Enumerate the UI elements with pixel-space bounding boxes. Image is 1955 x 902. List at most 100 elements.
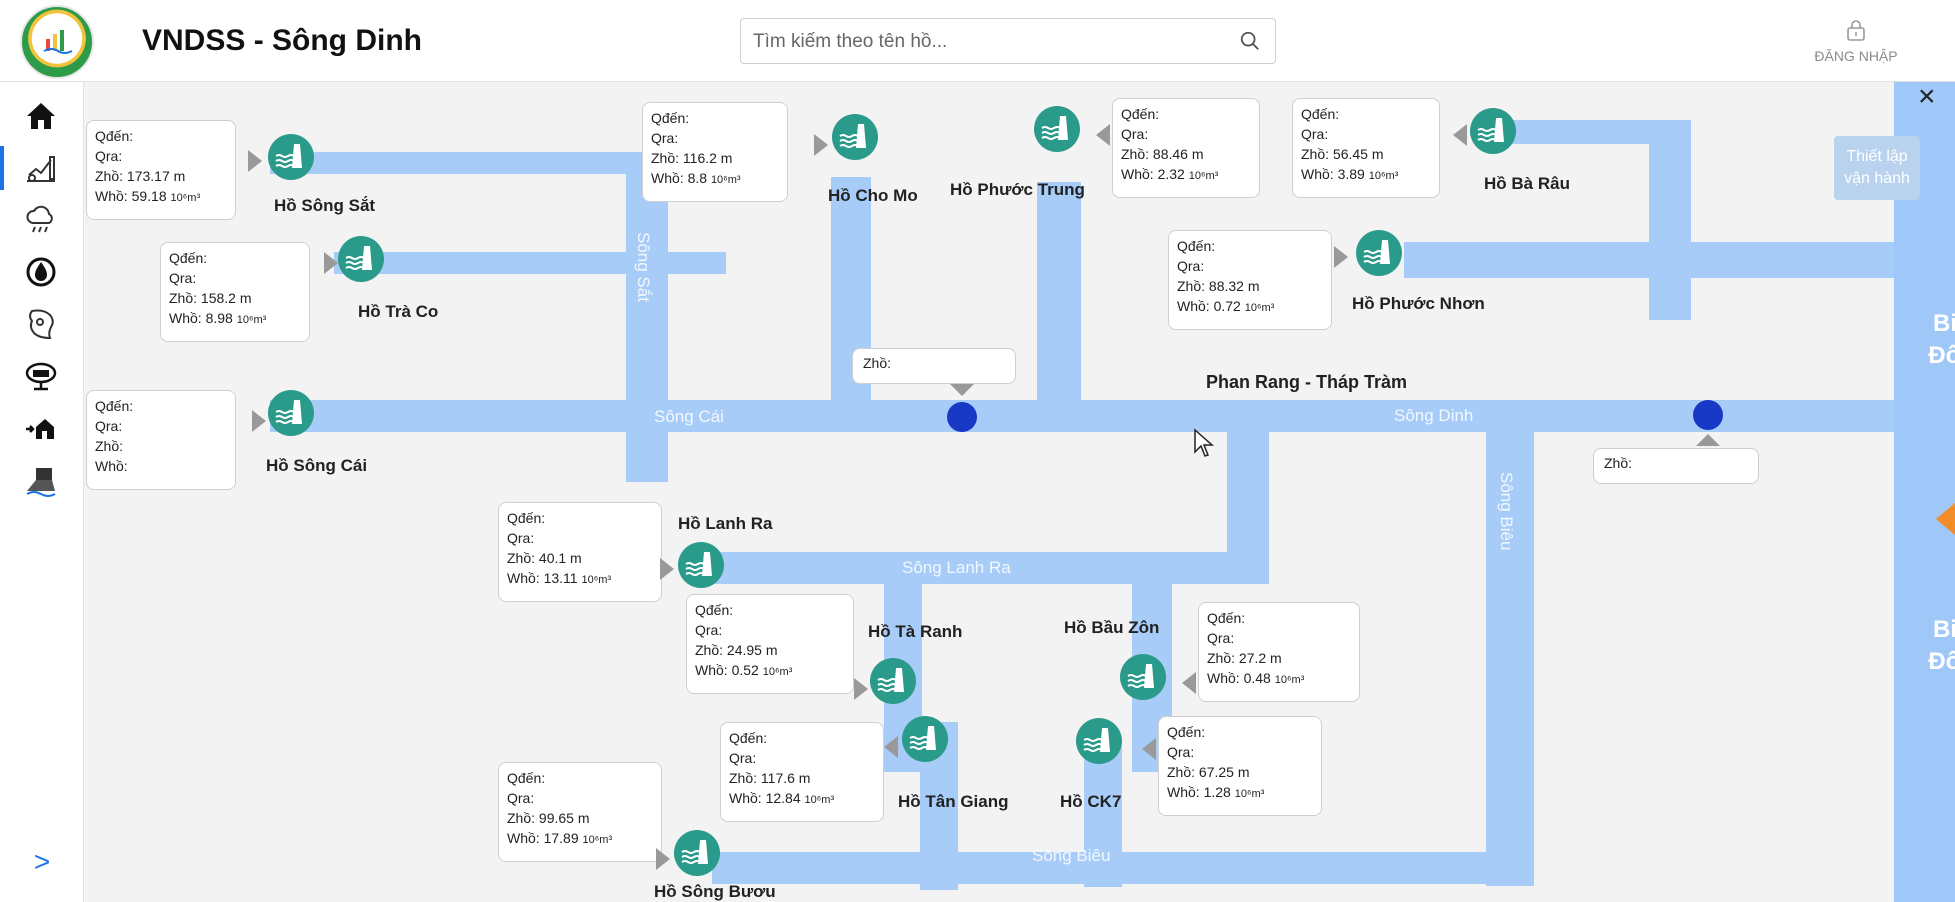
who-value: 3.89	[1337, 166, 1365, 182]
river-label-song-dinh: Sông Dinh	[1394, 406, 1474, 425]
map-icon	[29, 309, 54, 340]
sidebar-item-flood[interactable]	[14, 402, 68, 454]
who-value: 8.98	[205, 310, 233, 326]
setup-label-line1: Thiết lập	[1846, 148, 1908, 165]
dam-icon[interactable]	[1076, 718, 1122, 764]
reservoir-pointer	[814, 134, 828, 156]
reservoir-name: Hồ Cho Mo	[828, 186, 918, 205]
channel-ba-rau-down	[1649, 120, 1691, 320]
setup-operation-button[interactable]: Thiết lập vận hành	[1834, 136, 1920, 200]
dam-icon[interactable]	[832, 114, 878, 160]
zho-value: 88.32 m	[1208, 278, 1260, 294]
sidebar-item-landslide[interactable]	[14, 454, 68, 506]
sidebar-item-weather[interactable]	[14, 194, 68, 246]
channel-connector-lanh-ra	[1227, 422, 1269, 562]
monitoring-station-song-cai[interactable]	[947, 402, 977, 432]
zho-row: Zhồ: 27.2 m	[1207, 650, 1282, 666]
reservoir-pointer	[656, 848, 670, 870]
reservoir-pointer	[1182, 672, 1196, 694]
sidebar: >	[0, 82, 84, 902]
dam-icon[interactable]	[268, 390, 314, 436]
qden-row: Qđến:	[651, 110, 690, 126]
dam-icon[interactable]	[268, 134, 314, 180]
who-row: Whồ: 3.89 10⁶m³	[1301, 166, 1399, 182]
volume-unit: 10⁶m³	[1188, 170, 1219, 182]
reservoir-pointer	[1453, 124, 1467, 146]
zho-row: Zhồ: 24.95 m	[695, 642, 778, 658]
dam-icon[interactable]	[1470, 108, 1516, 154]
volume-unit: 10⁶m³	[1244, 302, 1275, 314]
qden-row: Qđến:	[695, 602, 734, 618]
reservoir-info-box: Qđến: Qra: Zhồ: 158.2 m Whồ: 8.98 10⁶m³	[160, 242, 310, 342]
qra-row: Qra:	[695, 622, 723, 638]
sidebar-item-water-level[interactable]	[0, 142, 68, 194]
login-label: ĐĂNG NHẬP	[1814, 48, 1898, 64]
who-value: 1.28	[1203, 784, 1231, 800]
zho-value: 40.1 m	[538, 550, 582, 566]
monitoring-station-song-dinh[interactable]	[1693, 400, 1723, 430]
app-logo[interactable]	[20, 5, 94, 79]
sidebar-item-map[interactable]	[14, 298, 68, 350]
reservoir-info-box: Qđến: Qra: Zhồ: 24.95 m Whồ: 0.52 10⁶m³	[686, 594, 854, 694]
lock-icon	[1847, 20, 1865, 41]
zho-row: Zhồ: 116.2 m	[651, 150, 733, 166]
river-label-song-bieu-vertical: Sông Biêu	[1497, 472, 1516, 551]
reservoir-name: Hồ Tà Ranh	[868, 622, 963, 641]
mouse-cursor-icon	[1194, 428, 1214, 457]
volume-unit: 10⁶m³	[1368, 170, 1399, 182]
sidebar-item-monitoring[interactable]	[14, 350, 68, 402]
dam-icon[interactable]	[1356, 230, 1402, 276]
who-value: 17.89	[543, 830, 579, 846]
search-icon[interactable]	[1239, 30, 1261, 52]
station-pointer	[950, 384, 974, 396]
dam-icon[interactable]	[1120, 654, 1166, 700]
reservoir-info-box: Qđến: Qra: Zhồ: 116.2 m Whồ: 8.8 10⁶m³	[642, 102, 788, 202]
reservoir-info-box: Qđến: Qra: Zhồ: 27.2 m Whồ: 0.48 10⁶m³	[1198, 602, 1360, 702]
station-zho-box-1: Zhồ:	[852, 348, 1016, 384]
who-row: Whồ: 17.89 10⁶m³	[507, 830, 613, 846]
zho-row: Zhồ: 56.45 m	[1301, 146, 1384, 162]
who-value: 59.18	[131, 188, 167, 204]
dam-icon[interactable]	[902, 716, 948, 762]
dam-icon[interactable]	[1034, 106, 1080, 152]
app-root: VNDSS - Sông Dinh ĐĂNG NHẬP	[0, 0, 1955, 902]
search-input[interactable]	[753, 27, 1223, 57]
dam-icon[interactable]	[674, 830, 720, 876]
reservoir-pointer	[854, 678, 868, 700]
sea-label-top-line2: Đông	[1928, 342, 1955, 369]
qra-row: Qra:	[507, 530, 535, 546]
header-bar: VNDSS - Sông Dinh ĐĂNG NHẬP	[0, 0, 1955, 82]
qden-row: Qđến:	[507, 510, 546, 526]
dam-icon[interactable]	[338, 236, 384, 282]
city-label: Phan Rang - Tháp Tràm	[1206, 372, 1408, 392]
zho-row: Zhồ: 158.2 m	[169, 290, 252, 306]
sidebar-item-water-resources[interactable]	[14, 246, 68, 298]
sidebar-expand-button[interactable]: >	[24, 842, 60, 882]
reservoir-info-box: Qđến: Qra: Zhồ: 88.46 m Whồ: 2.32 10⁶m³	[1112, 98, 1260, 198]
who-row: Whồ: 8.8 10⁶m³	[651, 170, 741, 186]
channel-phuoc-trung	[1037, 182, 1081, 417]
qra-row: Qra:	[95, 418, 123, 434]
side-panel-toggle[interactable]	[1936, 503, 1955, 535]
reservoir-name: Hồ Trà Co	[358, 302, 439, 321]
reservoir-pointer	[660, 558, 674, 580]
zho-value: 56.45 m	[1332, 146, 1384, 162]
dam-icon[interactable]	[678, 542, 724, 588]
zho-row: Zhồ: 88.32 m	[1177, 278, 1260, 294]
qden-row: Qđến:	[729, 730, 768, 746]
reservoir-name: Hồ Bầu Zôn	[1064, 618, 1160, 637]
who-row: Whồ: 2.32 10⁶m³	[1121, 166, 1219, 182]
sidebar-item-home[interactable]	[14, 90, 68, 142]
who-value: 2.32	[1157, 166, 1185, 182]
app-title: VNDSS - Sông Dinh	[142, 24, 422, 57]
reservoir-info-box: Qđến: Qra: Zhồ: 88.32 m Whồ: 0.72 10⁶m³	[1168, 230, 1332, 330]
login-button[interactable]: ĐĂNG NHẬP	[1796, 18, 1916, 78]
dam-icon[interactable]	[870, 658, 916, 704]
water-level-chart-icon	[27, 156, 55, 182]
volume-unit: 10⁶m³	[582, 834, 613, 846]
reservoir-info-box: Qđến: Qra: Zhồ: 117.6 m Whồ: 12.84 10⁶m³	[720, 722, 884, 822]
qden-row: Qđến:	[1167, 724, 1206, 740]
close-button[interactable]: ×	[1918, 82, 1936, 112]
reservoir-info-box: Qđến: Qra: Zhồ: 40.1 m Whồ: 13.11 10⁶m³	[498, 502, 662, 602]
river-network-map: Sông Sắt Sông Cái Sông Dinh Sông Lanh Ra…	[84, 82, 1955, 902]
